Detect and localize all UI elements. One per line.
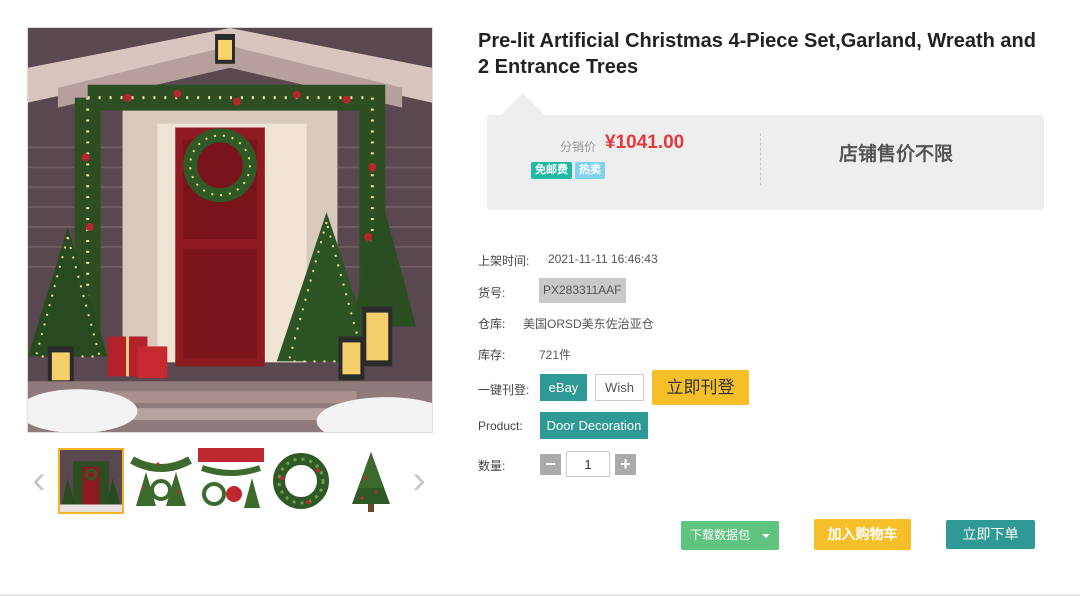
- stock-label: 库存:: [478, 348, 506, 362]
- store-price-text: 店铺售价不限: [839, 144, 954, 165]
- thumbnail-set-components[interactable]: [198, 448, 264, 514]
- price-panel-pointer: [501, 93, 545, 115]
- add-to-cart-button[interactable]: 加入购物车: [814, 519, 911, 550]
- quantity-input[interactable]: [566, 451, 610, 477]
- thumbnail-tree[interactable]: [338, 448, 404, 514]
- product-title: Pre-lit Artificial Christmas 4-Piece Set…: [478, 30, 1036, 78]
- warehouse-label: 仓库:: [478, 317, 506, 331]
- sku-value: PX283311AAF: [539, 278, 626, 303]
- quantity-label: 数量:: [478, 459, 506, 473]
- hot-sale-badge: 热卖: [575, 162, 605, 179]
- distribution-price-label: 分销价: [560, 140, 597, 154]
- publish-label: 一键刊登:: [478, 383, 530, 397]
- product-type-label: Product:: [478, 419, 523, 433]
- distribution-price: ¥1041.00: [605, 132, 685, 153]
- listed-time-value: 2021-11-11 16:46:43: [548, 252, 658, 266]
- warehouse-value: 美国ORSD美东佐治亚仓: [523, 317, 654, 331]
- price-divider: [760, 133, 761, 185]
- thumbnail-garland-trees[interactable]: [128, 448, 194, 514]
- download-data-package-button[interactable]: 下载数据包: [681, 521, 779, 550]
- order-now-button[interactable]: 立即下单: [946, 520, 1035, 549]
- quantity-decrease-button[interactable]: −: [540, 454, 561, 475]
- price-panel: 分销价 ¥1041.00 免邮费 热卖 店铺售价不限: [487, 93, 1044, 210]
- main-product-image: [27, 27, 433, 433]
- thumbnail-wreath[interactable]: [268, 448, 334, 514]
- chevron-down-icon: [762, 534, 770, 538]
- thumbnail-strip: [58, 448, 404, 516]
- publish-now-button[interactable]: 立即刊登: [652, 370, 749, 405]
- product-type-door-decoration[interactable]: Door Decoration: [540, 412, 648, 439]
- thumbnail-prev-arrow[interactable]: ‹: [26, 460, 52, 500]
- download-data-package-label: 下载数据包: [690, 528, 751, 542]
- quantity-increase-button[interactable]: +: [615, 454, 636, 475]
- platform-ebay-button[interactable]: eBay: [540, 374, 587, 401]
- platform-wish-button[interactable]: Wish: [595, 374, 644, 401]
- thumbnail-door-set[interactable]: [58, 448, 124, 514]
- free-shipping-badge: 免邮费: [531, 162, 572, 179]
- listed-time-label: 上架时间:: [478, 254, 530, 268]
- sku-label: 货号:: [478, 286, 506, 300]
- stock-value: 721件: [539, 348, 572, 362]
- thumbnail-next-arrow[interactable]: ›: [406, 460, 432, 500]
